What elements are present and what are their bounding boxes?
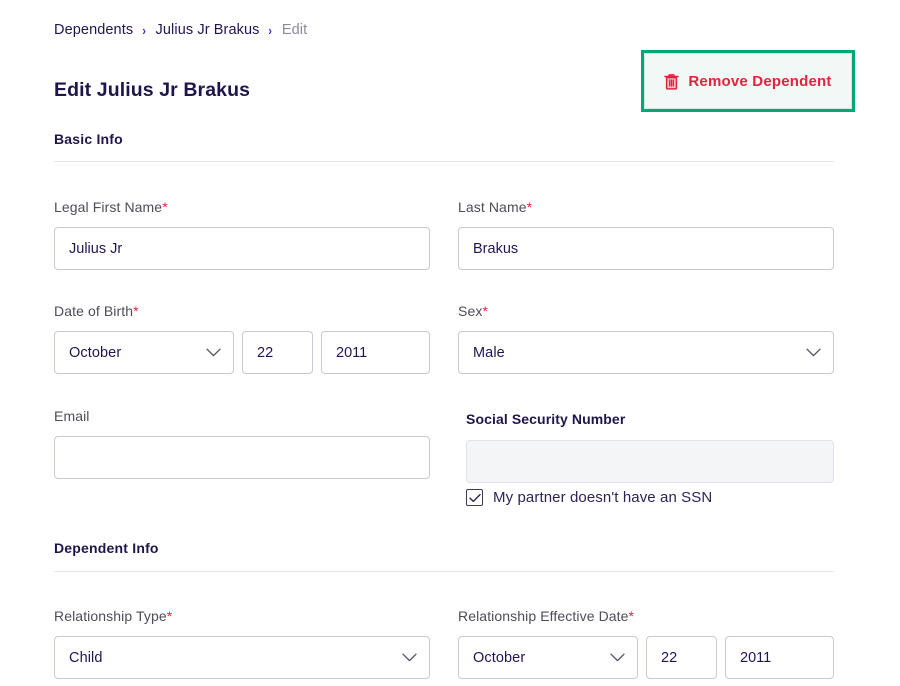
chevron-right-icon: › <box>143 24 146 37</box>
relationship-type-select[interactable]: Child <box>54 636 430 679</box>
relationship-effective-date-label: Relationship Effective Date* <box>458 608 634 624</box>
edit-dependent-page: Dependents › Julius Jr Brakus › Edit Edi… <box>0 0 900 686</box>
relationship-effective-date-day-input[interactable] <box>646 636 717 679</box>
chevron-down-icon <box>402 649 417 667</box>
remove-dependent-button[interactable]: Remove Dependent <box>644 53 852 109</box>
section-heading-dependent-info: Dependent Info <box>54 540 159 556</box>
required-asterisk: * <box>527 199 533 215</box>
ssn-checkbox[interactable] <box>466 489 483 506</box>
remove-dependent-label: Remove Dependent <box>688 73 831 90</box>
relationship-effective-date-month-select[interactable]: October <box>458 636 638 679</box>
relationship-effective-date-year-input[interactable] <box>725 636 834 679</box>
date-of-birth-month-select[interactable]: October <box>54 331 234 374</box>
ssn-label: Social Security Number <box>466 411 625 427</box>
remove-dependent-focus-ring: Remove Dependent <box>641 50 855 112</box>
required-asterisk: * <box>162 199 168 215</box>
required-asterisk: * <box>629 608 635 624</box>
date-of-birth-year-input[interactable] <box>321 331 430 374</box>
sex-label: Sex* <box>458 303 488 319</box>
chevron-down-icon <box>806 344 821 362</box>
email-input[interactable] <box>54 436 430 479</box>
section-heading-basic-info: Basic Info <box>54 131 123 147</box>
page-title: Edit Julius Jr Brakus <box>54 79 250 102</box>
chevron-right-icon: › <box>269 24 272 37</box>
relationship-type-value: Child <box>69 650 402 666</box>
section-divider <box>54 161 834 162</box>
legal-first-name-label: Legal First Name* <box>54 199 168 215</box>
ssn-input <box>466 440 834 483</box>
relationship-type-label: Relationship Type* <box>54 608 172 624</box>
chevron-down-icon <box>610 649 625 667</box>
last-name-input[interactable] <box>458 227 834 270</box>
sex-select[interactable]: Male <box>458 331 834 374</box>
breadcrumb-item-julius-jr-brakus[interactable]: Julius Jr Brakus <box>156 22 260 38</box>
required-asterisk: * <box>133 303 139 319</box>
chevron-down-icon <box>206 344 221 362</box>
last-name-label: Last Name* <box>458 199 532 215</box>
relationship-effective-date-month-value: October <box>473 650 610 666</box>
required-asterisk: * <box>167 608 173 624</box>
ssn-checkbox-row[interactable]: My partner doesn't have an SSN <box>466 489 712 506</box>
date-of-birth-day-input[interactable] <box>242 331 313 374</box>
email-label: Email <box>54 408 90 424</box>
section-divider <box>54 571 834 572</box>
date-of-birth-month-value: October <box>69 345 206 361</box>
ssn-checkbox-label[interactable]: My partner doesn't have an SSN <box>493 489 712 506</box>
required-asterisk: * <box>482 303 488 319</box>
breadcrumb: Dependents › Julius Jr Brakus › Edit <box>54 22 307 38</box>
sex-value: Male <box>473 345 806 361</box>
breadcrumb-item-dependents[interactable]: Dependents <box>54 22 133 38</box>
trash-icon <box>664 73 679 90</box>
date-of-birth-label: Date of Birth* <box>54 303 139 319</box>
breadcrumb-item-edit: Edit <box>282 22 307 38</box>
legal-first-name-input[interactable] <box>54 227 430 270</box>
